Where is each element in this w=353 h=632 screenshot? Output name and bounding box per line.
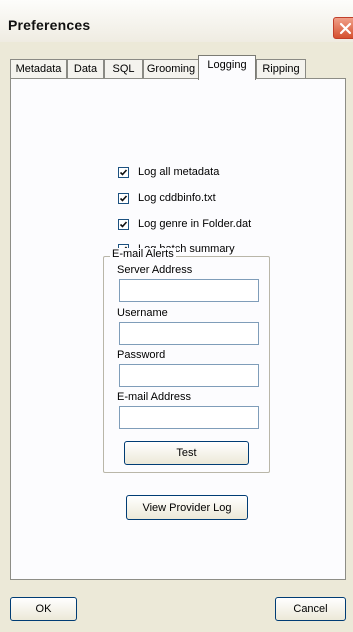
tab-sql[interactable]: SQL <box>104 59 143 79</box>
cancel-button[interactable]: Cancel <box>275 597 346 621</box>
tab-ripping[interactable]: Ripping <box>256 59 306 79</box>
checkmark-icon <box>119 194 128 202</box>
email-address-label: E-mail Address <box>117 391 191 403</box>
close-icon <box>339 22 352 35</box>
checkmark-icon <box>119 220 128 228</box>
server-address-label: Server Address <box>117 264 193 276</box>
close-button[interactable] <box>333 17 353 39</box>
option-label: Log cddbinfo.txt <box>138 192 216 204</box>
username-label: Username <box>117 307 168 319</box>
option-log-genre[interactable]: Log genre in Folder.dat <box>118 216 251 232</box>
option-log-cddbinfo[interactable]: Log cddbinfo.txt <box>118 190 216 206</box>
tab-data[interactable]: Data <box>67 59 104 79</box>
checkmark-icon <box>119 168 128 176</box>
email-address-field[interactable] <box>119 406 259 429</box>
tab-strip: Metadata Data SQL Grooming Logging Rippi… <box>10 55 346 80</box>
checkbox[interactable] <box>118 218 129 230</box>
password-label: Password <box>117 349 166 361</box>
checkbox[interactable] <box>118 192 129 204</box>
preferences-dialog: Preferences Metadata Data SQL Grooming L… <box>0 0 353 632</box>
option-label: Log genre in Folder.dat <box>138 218 252 230</box>
ok-button[interactable]: OK <box>10 597 77 621</box>
option-log-all-metadata[interactable]: Log all metadata <box>118 164 219 180</box>
username-field[interactable] <box>119 322 259 345</box>
tab-logging[interactable]: Logging <box>198 55 256 80</box>
checkbox[interactable] <box>118 166 129 178</box>
server-address-field[interactable] <box>119 279 259 302</box>
title-bar: Preferences <box>0 0 353 42</box>
tab-metadata[interactable]: Metadata <box>10 59 67 79</box>
window-title: Preferences <box>8 17 91 33</box>
view-provider-log-button[interactable]: View Provider Log <box>126 495 248 520</box>
tab-grooming[interactable]: Grooming <box>143 59 199 79</box>
email-alerts-title: E-mail Alerts <box>110 248 176 260</box>
test-button[interactable]: Test <box>124 441 249 465</box>
password-field[interactable] <box>119 364 259 387</box>
option-label: Log all metadata <box>138 166 220 178</box>
